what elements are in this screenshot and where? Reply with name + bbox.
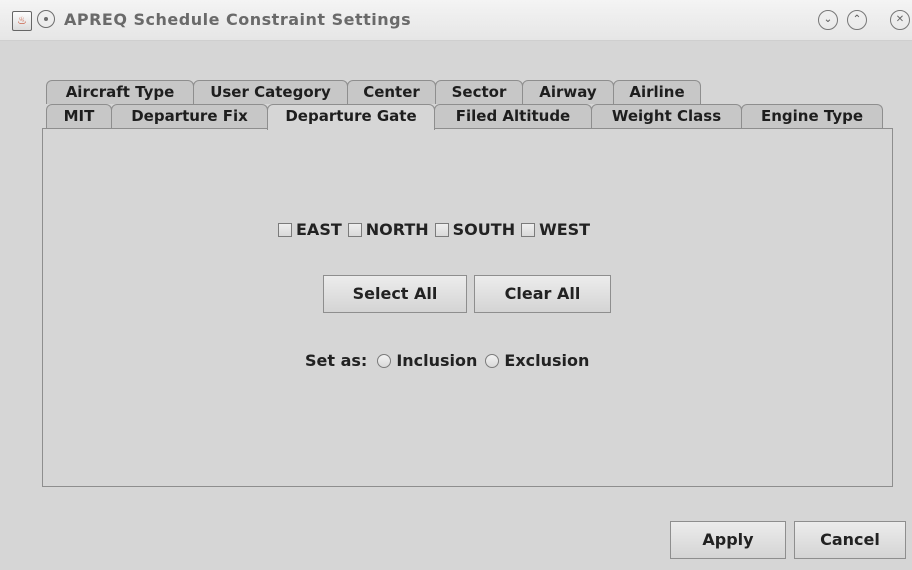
set-as-group: Set as: Inclusion Exclusion [305, 351, 589, 370]
checkbox-east-box[interactable] [278, 222, 292, 237]
radio-inclusion-label: Inclusion [396, 351, 478, 370]
cancel-button[interactable]: Cancel [794, 521, 906, 559]
tab-filed-altitude[interactable]: Filed Altitude [434, 104, 592, 128]
window-title: APREQ Schedule Constraint Settings [64, 10, 412, 29]
radio-exclusion[interactable] [485, 353, 500, 368]
tab-engine-type[interactable]: Engine Type [741, 104, 883, 128]
checkbox-north-box[interactable] [347, 222, 362, 237]
minimize-icon[interactable]: ⌄ [818, 10, 838, 30]
tab-departure-gate[interactable]: Departure Gate [267, 104, 435, 130]
radio-inclusion[interactable] [377, 353, 392, 368]
pin-icon[interactable] [37, 10, 55, 28]
radio-exclusion-label: Exclusion [504, 351, 590, 370]
tab-weight-class[interactable]: Weight Class [591, 104, 742, 128]
maximize-icon[interactable]: ⌃ [847, 10, 867, 30]
select-all-button[interactable]: Select All [323, 275, 467, 313]
tab-center[interactable]: Center [347, 80, 436, 104]
tab-airway[interactable]: Airway [522, 80, 614, 104]
departure-gate-panel: EAST NORTH SOUTH WEST Select All Clear A… [42, 128, 893, 487]
checkbox-south-label: SOUTH [452, 220, 516, 239]
tab-aircraft-type[interactable]: Aircraft Type [46, 80, 194, 104]
tab-sector[interactable]: Sector [435, 80, 523, 104]
set-as-label: Set as: [305, 351, 368, 370]
tab-user-category[interactable]: User Category [193, 80, 348, 104]
checkbox-west-box[interactable] [521, 222, 536, 237]
tab-airline[interactable]: Airline [613, 80, 701, 104]
apply-button[interactable]: Apply [670, 521, 786, 559]
checkbox-east[interactable]: EAST [278, 220, 342, 239]
checkbox-north-label: NORTH [365, 220, 429, 239]
checkbox-west-label: WEST [539, 220, 591, 239]
checkbox-north[interactable]: NORTH [347, 220, 429, 239]
title-bar: ♨ APREQ Schedule Constraint Settings ⌄ ⌃… [0, 0, 912, 41]
checkbox-east-label: EAST [296, 220, 342, 239]
java-icon[interactable]: ♨ [12, 11, 32, 31]
close-icon[interactable]: ✕ [890, 10, 910, 30]
clear-all-button[interactable]: Clear All [474, 275, 611, 313]
checkbox-south[interactable]: SOUTH [434, 220, 516, 239]
checkbox-south-box[interactable] [434, 222, 449, 237]
gate-checkbox-group: EAST NORTH SOUTH WEST [278, 220, 590, 239]
tab-departure-fix[interactable]: Departure Fix [111, 104, 268, 128]
checkbox-west[interactable]: WEST [521, 220, 590, 239]
tab-mit[interactable]: MIT [46, 104, 112, 128]
